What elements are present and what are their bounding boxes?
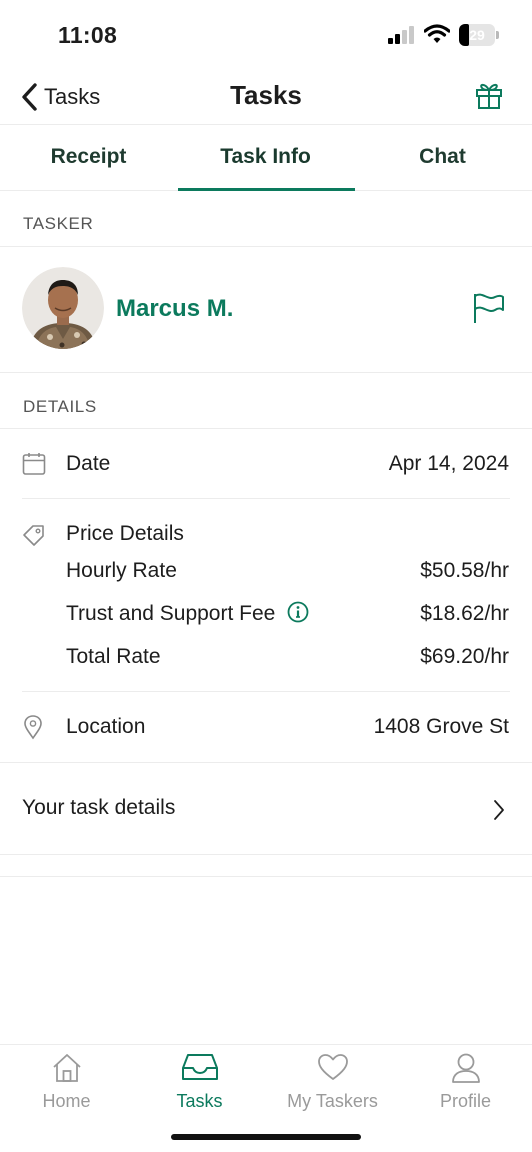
tasker-row[interactable]: Marcus M.	[0, 247, 532, 372]
divider	[0, 428, 532, 429]
chevron-left-icon	[22, 83, 37, 111]
flag-icon[interactable]	[470, 291, 506, 325]
tab-receipt[interactable]: Receipt	[0, 125, 177, 191]
tab-bar-my-taskers[interactable]: My Taskers	[266, 1045, 399, 1125]
home-indicator[interactable]	[171, 1134, 361, 1140]
tab-bar-tasks[interactable]: Tasks	[133, 1045, 266, 1125]
trust-fee-value: $18.62/hr	[420, 602, 509, 625]
chevron-right-icon	[494, 800, 504, 820]
location-pin-icon	[24, 715, 42, 740]
tab-task-info[interactable]: Task Info	[177, 125, 354, 191]
details-section-header: DETAILS	[23, 397, 97, 416]
tab-bar-profile-label: Profile	[439, 1091, 492, 1111]
cellular-signal-icon	[388, 26, 418, 44]
divider	[22, 498, 510, 499]
total-rate-value: $69.20/hr	[420, 645, 509, 668]
navigation-bar: Tasks Tasks	[0, 70, 532, 125]
calendar-icon	[22, 453, 46, 475]
price-tag-icon	[23, 525, 44, 546]
active-tab-indicator	[178, 188, 355, 191]
inbox-tray-icon	[181, 1054, 218, 1080]
divider	[22, 691, 510, 692]
hourly-rate-label: Hourly Rate	[66, 559, 177, 582]
status-time: 11:08	[58, 22, 118, 48]
tab-bar-tasks-label: Tasks	[176, 1091, 223, 1111]
heart-icon	[317, 1054, 348, 1080]
date-label: Date	[66, 452, 111, 475]
task-details-row[interactable]: Your task details	[0, 763, 532, 855]
task-tabs: Receipt Task Info Chat	[0, 125, 532, 191]
tab-bar-home[interactable]: Home	[0, 1045, 133, 1125]
divider	[0, 372, 532, 373]
trust-fee-label: Trust and Support Fee	[66, 602, 276, 625]
back-button[interactable]: Tasks	[20, 80, 100, 114]
battery-nub	[496, 31, 499, 39]
task-details-label: Your task details	[22, 796, 176, 819]
battery-percent: 29	[469, 27, 485, 43]
back-label: Tasks	[44, 84, 101, 109]
tab-bar-home-label: Home	[42, 1091, 91, 1111]
date-value: Apr 14, 2024	[388, 452, 509, 475]
info-icon[interactable]	[287, 601, 309, 623]
tab-bar-profile[interactable]: Profile	[399, 1045, 532, 1125]
location-value: 1408 Grove St	[373, 715, 509, 738]
gift-icon[interactable]	[474, 80, 504, 110]
battery-icon: 29	[459, 24, 499, 46]
location-label: Location	[66, 715, 146, 738]
person-icon	[451, 1053, 480, 1083]
tasker-name[interactable]: Marcus M.	[116, 295, 233, 323]
divider	[0, 854, 532, 855]
status-bar: 11:08 29	[0, 0, 532, 70]
divider	[0, 876, 532, 877]
trust-fee-row: Trust and Support Fee	[66, 602, 309, 626]
tab-bar-my-taskers-label: My Taskers	[287, 1091, 378, 1111]
tasker-section-header: TASKER	[23, 214, 94, 233]
price-details-label: Price Details	[66, 522, 184, 545]
wifi-icon	[424, 24, 450, 43]
total-rate-label: Total Rate	[66, 645, 161, 668]
avatar[interactable]	[22, 267, 104, 349]
hourly-rate-value: $50.58/hr	[420, 559, 509, 582]
house-icon	[52, 1054, 81, 1082]
tab-chat[interactable]: Chat	[354, 125, 531, 191]
